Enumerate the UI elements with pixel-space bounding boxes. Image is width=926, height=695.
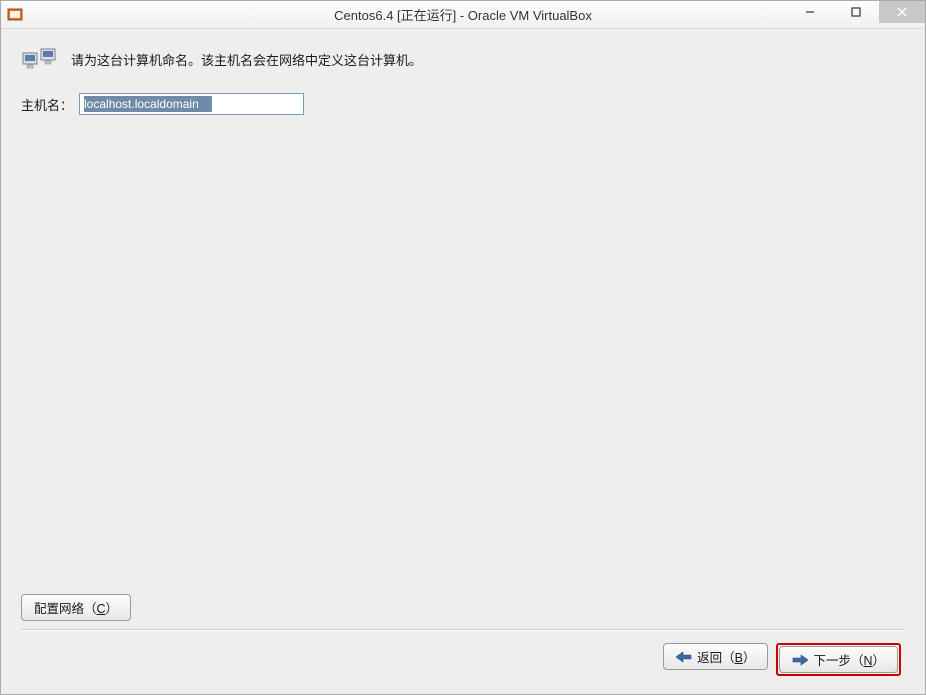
configure-network-button[interactable]: 配置网络（C） [21, 594, 131, 621]
close-button[interactable] [879, 1, 925, 23]
configure-network-label: 配置网络（C） [34, 598, 118, 617]
back-button[interactable]: 返回（B） [663, 643, 768, 670]
footer-divider [21, 629, 905, 631]
hostname-label: 主机名： [21, 95, 73, 114]
next-label: 下一步（N） [813, 650, 885, 669]
window-controls [787, 1, 925, 28]
header-instruction: 请为这台计算机命名。该主机名会在网络中定义这台计算机。 [71, 50, 422, 69]
arrow-left-icon [676, 651, 692, 663]
installer-content: 请为这台计算机命名。该主机名会在网络中定义这台计算机。 主机名： localho… [1, 29, 925, 694]
hostname-row: 主机名： localhost.localdomain [21, 93, 905, 115]
arrow-right-icon [792, 654, 808, 666]
hostname-input[interactable] [79, 93, 304, 115]
back-label: 返回（B） [697, 647, 755, 666]
next-button-highlight: 下一步（N） [776, 643, 901, 676]
next-button[interactable]: 下一步（N） [779, 646, 898, 673]
window-title: Centos6.4 [正在运行] - Oracle VM VirtualBox [334, 5, 592, 24]
vm-window: Centos6.4 [正在运行] - Oracle VM VirtualBox [0, 0, 926, 695]
footer-buttons: 返回（B） 下一步（N） [21, 641, 905, 680]
maximize-button[interactable] [833, 1, 879, 23]
configure-network-row: 配置网络（C） [21, 594, 905, 621]
content-spacer [21, 135, 905, 594]
header-row: 请为这台计算机命名。该主机名会在网络中定义这台计算机。 [21, 47, 905, 71]
computers-icon [21, 47, 57, 71]
titlebar: Centos6.4 [正在运行] - Oracle VM VirtualBox [1, 1, 925, 29]
app-icon [7, 7, 23, 23]
minimize-button[interactable] [787, 1, 833, 23]
